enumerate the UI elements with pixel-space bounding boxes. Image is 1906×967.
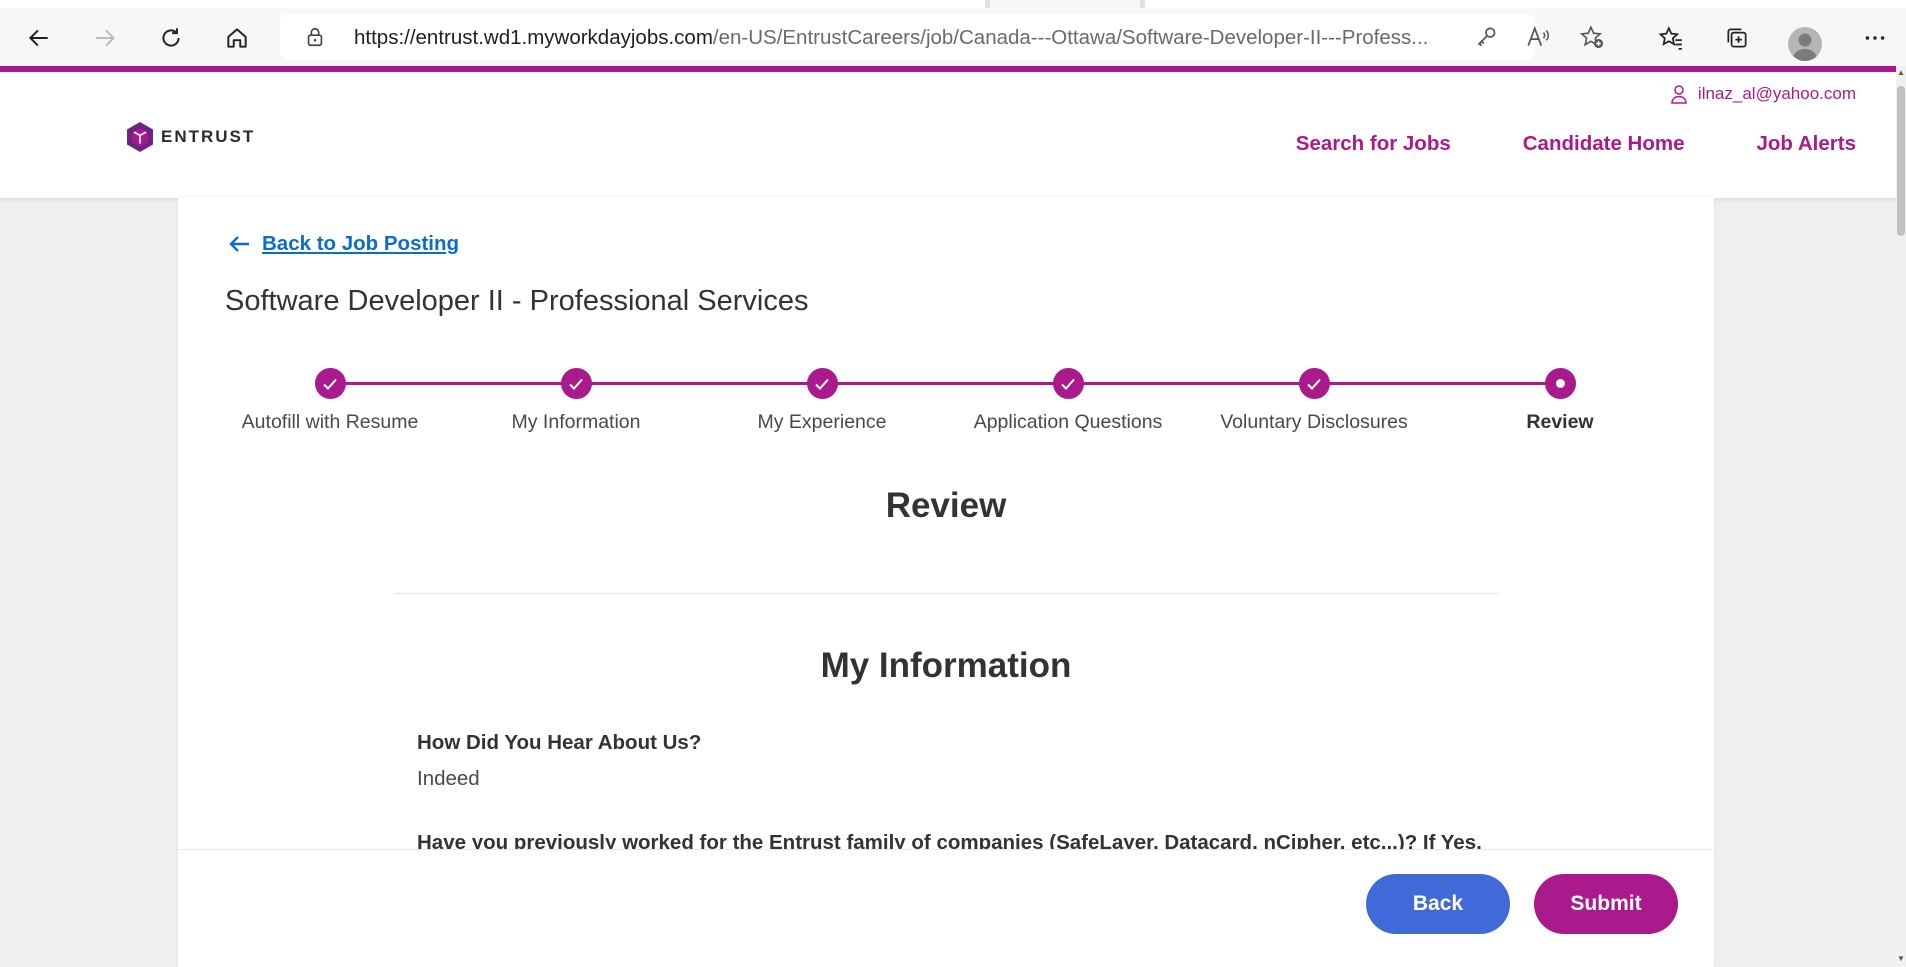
collections-icon xyxy=(1727,28,1747,48)
lock-icon[interactable] xyxy=(304,26,326,48)
step-complete-marker xyxy=(1052,368,1084,399)
user-icon xyxy=(1671,85,1687,104)
application-card: Back to Job Posting Software Developer I… xyxy=(178,198,1714,967)
step-my-experience: My Experience xyxy=(702,368,942,434)
action-footer: Back Submit xyxy=(178,849,1714,967)
step-label: Application Questions xyxy=(973,411,1163,433)
step-autofill-with-resume: Autofill with Resume xyxy=(210,368,450,434)
check-icon xyxy=(815,378,829,390)
active-tab[interactable] xyxy=(990,0,1140,8)
scroll-down-arrow-icon[interactable]: ▼ xyxy=(1897,954,1905,963)
inactive-tab[interactable] xyxy=(0,0,985,8)
check-icon xyxy=(569,378,583,390)
check-icon xyxy=(1061,378,1075,390)
scroll-up-arrow-icon[interactable]: ▲ xyxy=(1897,68,1905,77)
step-current-marker xyxy=(1544,368,1576,399)
step-label: My Experience xyxy=(757,411,887,433)
key-icon[interactable] xyxy=(1474,24,1500,50)
site-header: ENTRUST ilnaz_al@yahoo.com Search for Jo… xyxy=(0,72,1896,198)
url-text[interactable]: https://entrust.wd1.myworkdayjobs.com/en… xyxy=(354,26,1454,50)
step-voluntary-disclosures: Voluntary Disclosures xyxy=(1194,368,1434,434)
home-button[interactable] xyxy=(218,20,256,56)
nav-job-alerts[interactable]: Job Alerts xyxy=(1757,132,1857,156)
more-dots-icon xyxy=(1865,36,1885,40)
browser-toolbar: https://entrust.wd1.myworkdayjobs.com/en… xyxy=(0,8,1906,66)
step-my-information: My Information xyxy=(456,368,696,434)
step-label: Autofill with Resume xyxy=(241,411,419,433)
url-host: https://entrust.wd1.myworkdayjobs.com xyxy=(354,26,713,49)
profile-avatar[interactable] xyxy=(1788,27,1822,61)
back-button[interactable]: Back xyxy=(1366,874,1510,934)
inactive-tab[interactable] xyxy=(1145,0,1906,8)
divider xyxy=(394,593,1498,594)
step-complete-marker xyxy=(314,368,346,399)
submit-button[interactable]: Submit xyxy=(1534,874,1678,934)
step-label: Voluntary Disclosures xyxy=(1220,411,1408,433)
step-complete-marker xyxy=(560,368,592,399)
step-label: My Information xyxy=(511,411,641,433)
nav-search-for-jobs[interactable]: Search for Jobs xyxy=(1296,132,1451,156)
step-complete-marker xyxy=(806,368,838,399)
application-progress: Autofill with Resume My Information My E… xyxy=(178,198,1714,438)
step-label: Review xyxy=(1526,411,1594,433)
scroll-thumb[interactable] xyxy=(1897,86,1905,236)
address-bar[interactable]: https://entrust.wd1.myworkdayjobs.com/en… xyxy=(280,14,1604,60)
page-scrollbar[interactable]: ▲ ▼ xyxy=(1896,66,1906,967)
check-icon xyxy=(1307,378,1321,390)
nav-candidate-home[interactable]: Candidate Home xyxy=(1523,132,1685,156)
url-path: /en-US/EntrustCareers/job/Canada---Ottaw… xyxy=(712,26,1429,49)
step-application-questions: Application Questions xyxy=(948,368,1188,434)
site-nav: Search for Jobs Candidate Home Job Alert… xyxy=(1296,132,1856,156)
logo-text: ENTRUST xyxy=(161,127,256,146)
current-dot xyxy=(1555,379,1565,388)
settings-more-button[interactable] xyxy=(1856,20,1894,56)
step-complete-marker xyxy=(1298,368,1330,399)
arrow-left-icon xyxy=(28,29,48,47)
add-favorite-icon[interactable] xyxy=(1579,24,1605,50)
entrust-logo[interactable]: ENTRUST xyxy=(125,121,255,153)
favorites-button[interactable] xyxy=(1652,20,1690,56)
page-heading: Review xyxy=(885,486,1007,525)
user-account[interactable]: ilnaz_al@yahoo.com xyxy=(1670,84,1856,104)
refresh-icon xyxy=(162,28,180,47)
tab-strip xyxy=(0,0,1906,8)
check-icon xyxy=(323,378,337,390)
step-review: Review xyxy=(1440,368,1680,434)
arrow-right-icon xyxy=(96,29,116,47)
refresh-button[interactable] xyxy=(152,20,190,56)
person-icon xyxy=(1792,33,1818,61)
question-label: How Did You Hear About Us? xyxy=(417,731,702,754)
read-aloud-icon[interactable] xyxy=(1525,24,1551,50)
user-email: ilnaz_al@yahoo.com xyxy=(1697,84,1856,103)
question-answer: Indeed xyxy=(417,767,480,790)
collections-button[interactable] xyxy=(1718,20,1756,56)
forward-nav-button[interactable] xyxy=(86,20,124,56)
home-icon xyxy=(227,28,247,48)
favorites-star-icon xyxy=(1658,26,1682,50)
entrust-hexagon-icon xyxy=(127,122,153,152)
section-heading: My Information xyxy=(820,646,1072,685)
back-nav-button[interactable] xyxy=(20,20,58,56)
